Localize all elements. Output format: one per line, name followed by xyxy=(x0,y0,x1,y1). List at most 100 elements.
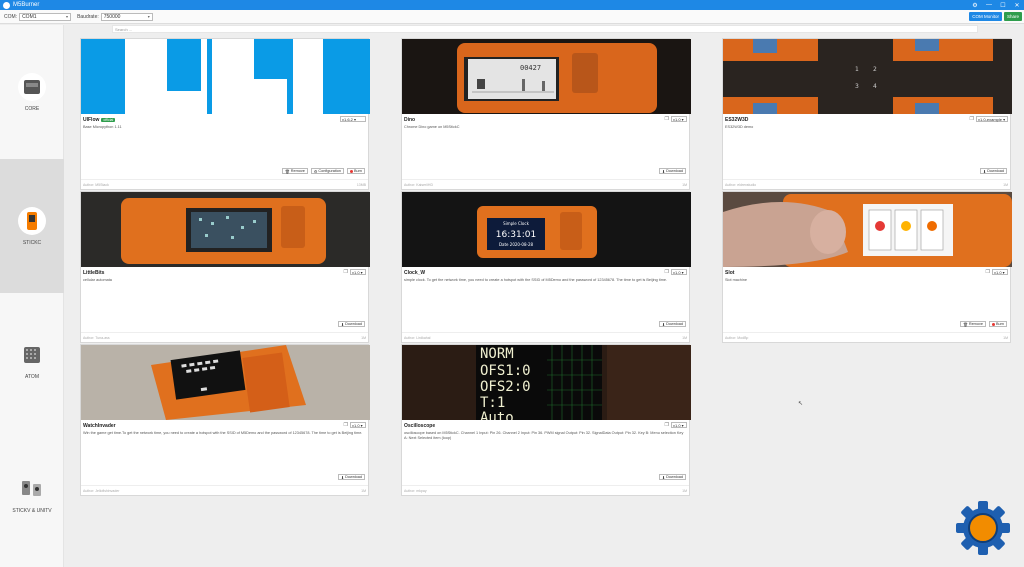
title-bar: M5Burner ⚙ — ☐ ✕ xyxy=(0,0,1024,10)
configuration-button[interactable]: ⚙ Configuration xyxy=(310,168,344,174)
firmware-author: Author: Kaiser/iHD xyxy=(404,183,433,187)
copy-icon[interactable]: ❐ xyxy=(970,116,974,122)
download-icon: ⬇ xyxy=(661,475,666,480)
com-monitor-button[interactable]: COM Monitor xyxy=(969,12,1002,21)
svg-text:3: 3 xyxy=(855,83,859,90)
sidebar-item-stickv[interactable]: STICKV & UNITV xyxy=(0,427,64,561)
firmware-card-littlebits: LittleBits ❐ v1.0 ▾ cellular automata ⬇ D… xyxy=(80,191,370,343)
close-icon[interactable]: ✕ xyxy=(1010,2,1024,9)
burn-label: Burn xyxy=(353,169,362,173)
download-icon: ⬇ xyxy=(340,322,345,327)
download-label: Download xyxy=(345,475,362,479)
version-value: v1.0 xyxy=(673,422,681,428)
com-value: COM1 xyxy=(22,13,37,20)
version-value: v1.6.2 xyxy=(342,116,353,122)
copy-icon[interactable]: ❐ xyxy=(344,422,348,428)
app-logo-icon xyxy=(3,1,10,9)
firmware-thumbnail: NORM OFS1:0 OFS2:0 T:1 Auto xyxy=(402,345,691,420)
download-label: Download xyxy=(345,322,362,326)
download-button[interactable]: ⬇ Download xyxy=(337,321,365,327)
version-value: v1.0 xyxy=(673,269,681,275)
version-select[interactable]: v1.0 ▾ xyxy=(671,422,687,428)
copy-icon[interactable]: ❐ xyxy=(986,269,990,275)
firmware-title: Dino xyxy=(404,117,416,123)
burn-button[interactable]: Burn xyxy=(988,321,1007,327)
firmware-name: ES32W3D xyxy=(725,117,748,123)
sidebar-item-stickc[interactable]: STICKC xyxy=(0,159,64,293)
sidebar-item-atom[interactable]: ATOM xyxy=(0,293,64,427)
firmware-author: Author: eldrexstudio xyxy=(725,183,757,187)
share-button[interactable]: Share xyxy=(1003,12,1022,21)
firmware-card-slot: Slot ❐ v1.0 ▾ Slot machine 🗑 Remove Burn … xyxy=(722,191,1012,343)
chevron-down-icon: ▾ xyxy=(147,14,150,19)
download-button[interactable]: ⬇ Download xyxy=(979,168,1007,174)
firmware-size: 1M xyxy=(682,183,687,187)
firmware-size: 1M xyxy=(1003,183,1008,187)
settings-gear-icon[interactable] xyxy=(955,500,1011,556)
firmware-description: Win the game get time.To get the network… xyxy=(83,431,363,435)
osc-screen-trigger: T:1 xyxy=(480,395,505,411)
firmware-title: WatchInvader xyxy=(83,423,116,429)
firmware-card-watchinvader: WatchInvader ❐ v1.0 ▾ Win the game get ti… xyxy=(80,344,370,496)
burn-label: Burn xyxy=(995,322,1004,326)
sidebar-item-label: STICKV & UNITV xyxy=(12,507,52,514)
svg-text:2: 2 xyxy=(873,66,877,73)
download-button[interactable]: ⬇ Download xyxy=(658,474,686,480)
download-icon: ⬇ xyxy=(982,169,987,174)
firmware-thumbnail: 00427 xyxy=(402,39,691,114)
version-select[interactable]: v1.0-example ▾ xyxy=(976,116,1008,122)
version-select[interactable]: v1.0 ▾ xyxy=(350,269,366,275)
remove-button[interactable]: 🗑 Remove xyxy=(281,168,308,174)
download-label: Download xyxy=(666,322,683,326)
official-badge: official xyxy=(101,118,116,122)
firmware-title: Oscilloscope xyxy=(404,423,436,429)
remove-button[interactable]: 🗑 Remove xyxy=(959,321,986,327)
firmware-size: 1M xyxy=(1003,336,1008,340)
sidebar-item-label: CORE xyxy=(24,105,40,112)
download-label: Download xyxy=(987,169,1004,173)
copy-icon[interactable]: ❐ xyxy=(344,269,348,275)
firmware-author: Author: Lirdkahal xyxy=(404,336,431,340)
version-select[interactable]: v1.0 ▾ xyxy=(992,269,1008,275)
download-button[interactable]: ⬇ Download xyxy=(337,474,365,480)
download-button[interactable]: ⬇ Download xyxy=(658,321,686,327)
firmware-author: Author: mkpay xyxy=(404,489,427,493)
sidebar-item-label: ATOM xyxy=(25,373,39,380)
firmware-description: oscilloscope based on M5StickC. Channel … xyxy=(404,431,684,440)
firmware-thumbnail xyxy=(81,192,370,267)
firmware-size: 13MB xyxy=(356,183,366,187)
svg-text:4: 4 xyxy=(873,83,877,90)
minimize-icon[interactable]: — xyxy=(982,2,996,8)
version-select[interactable]: v1.6.2 ▾ xyxy=(340,116,366,122)
sidebar-item-core[interactable]: CORE xyxy=(0,25,64,159)
firmware-card-dino: 00427 Dino ❐ v1.0 ▾ Chrome Dino game on M… xyxy=(401,38,691,190)
firmware-description: Chrome Dino game on M5StickC xyxy=(404,125,460,129)
osc-screen-auto: Auto xyxy=(480,410,514,420)
baudrate-value: 750000 xyxy=(103,13,121,20)
firmware-name: LittleBits xyxy=(83,270,104,276)
version-select[interactable]: v1.0 ▾ xyxy=(671,269,687,275)
search-input[interactable]: Search ... xyxy=(112,25,978,33)
download-button[interactable]: ⬇ Download xyxy=(658,168,686,174)
copy-icon[interactable]: ❐ xyxy=(665,422,669,428)
firmware-card-oscilloscope: NORM OFS1:0 OFS2:0 T:1 Auto Oscilloscope ❐ v1… xyxy=(401,344,691,496)
configuration-label: Configuration xyxy=(318,169,341,173)
baudrate-select[interactable]: 750000 ▾ xyxy=(100,12,153,21)
version-select[interactable]: v1.0 ▾ xyxy=(671,116,687,122)
download-icon: ⬇ xyxy=(340,475,345,480)
firmware-author: Author: Jellofishinvader xyxy=(83,489,120,493)
firmware-card-clock-w: Simple Clock 16:31:01 Date 2020-08-28 Cloc… xyxy=(401,191,691,343)
copy-icon[interactable]: ❐ xyxy=(665,116,669,122)
maximize-icon[interactable]: ☐ xyxy=(996,2,1010,9)
sidebar: CORE STICKC ATOM STICKV & UNITV xyxy=(0,25,64,567)
com-select[interactable]: COM1 ▾ xyxy=(19,12,72,21)
copy-icon[interactable]: ❐ xyxy=(665,269,669,275)
stickv-device-icon xyxy=(18,475,46,503)
version-select[interactable]: v1.0 ▾ xyxy=(350,422,366,428)
burn-button[interactable]: Burn xyxy=(346,168,365,174)
com-label: COM: xyxy=(4,13,18,20)
remove-label: Remove xyxy=(968,322,983,326)
firmware-author: Author: Tuna-ass xyxy=(83,336,110,340)
settings-icon[interactable]: ⚙ xyxy=(968,2,982,9)
core-device-icon xyxy=(18,72,46,101)
